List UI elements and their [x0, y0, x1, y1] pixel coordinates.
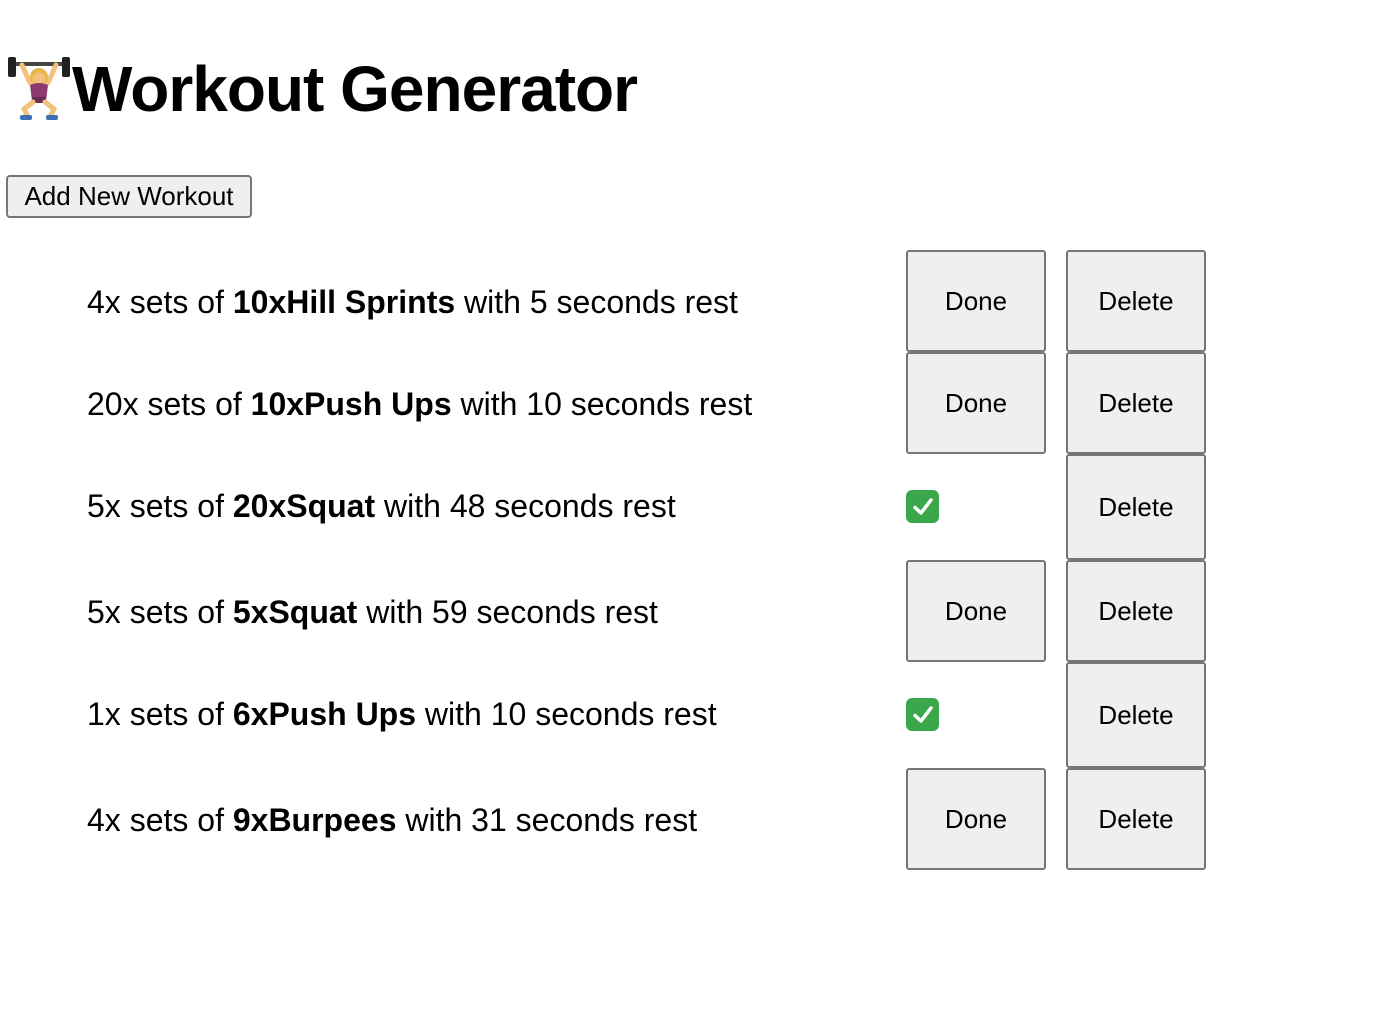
workout-exercise: 10xHill Sprints: [232, 284, 456, 320]
workout-list: 4x sets of 10xHill Sprints with 5 second…: [0, 0, 1394, 1022]
workout-rest: with 10 seconds rest: [416, 696, 717, 732]
check-mark-icon: [906, 698, 939, 731]
workout-sets-of: sets of: [138, 386, 251, 422]
workout-rest: with 48 seconds rest: [375, 488, 676, 524]
workout-exercise: 10xPush Ups: [250, 386, 452, 422]
delete-button[interactable]: Delete: [1066, 250, 1206, 352]
workout-sets: 4x: [87, 284, 121, 320]
workout-sets: 5x: [87, 488, 121, 524]
workout-rest: with 59 seconds rest: [357, 594, 658, 630]
workout-description: 4x sets of 10xHill Sprints with 5 second…: [87, 282, 738, 322]
workout-sets-of: sets of: [120, 802, 233, 838]
workout-description: 20x sets of 10xPush Ups with 10 seconds …: [87, 384, 752, 424]
workout-sets-of: sets of: [120, 284, 233, 320]
workout-rest: with 10 seconds rest: [451, 386, 753, 422]
workout-sets: 20x: [87, 386, 139, 422]
workout-sets: 1x: [87, 696, 121, 732]
workout-description: 5x sets of 5xSquat with 59 seconds rest: [87, 592, 658, 632]
workout-rest: with 31 seconds rest: [396, 802, 698, 838]
check-mark-icon: [906, 490, 939, 523]
workout-description: 5x sets of 20xSquat with 48 seconds rest: [87, 486, 676, 526]
workout-sets-of: sets of: [120, 488, 233, 524]
workout-exercise: 6xPush Ups: [232, 696, 417, 732]
workout-exercise: 9xBurpees: [232, 802, 397, 838]
workout-rest: with 5 seconds rest: [455, 284, 738, 320]
delete-button[interactable]: Delete: [1066, 768, 1206, 870]
workout-sets-of: sets of: [120, 696, 233, 732]
workout-description: 4x sets of 9xBurpees with 31 seconds res…: [87, 800, 697, 840]
workout-exercise: 5xSquat: [232, 594, 358, 630]
delete-button[interactable]: Delete: [1066, 454, 1206, 560]
delete-button[interactable]: Delete: [1066, 662, 1206, 768]
done-button[interactable]: Done: [906, 352, 1046, 454]
done-button[interactable]: Done: [906, 250, 1046, 352]
done-button[interactable]: Done: [906, 560, 1046, 662]
app-root: Workout Generator Add New Workout 4x set…: [0, 0, 1394, 1022]
done-button[interactable]: Done: [906, 768, 1046, 870]
workout-sets-of: sets of: [120, 594, 233, 630]
delete-button[interactable]: Delete: [1066, 560, 1206, 662]
workout-sets: 5x: [87, 594, 121, 630]
delete-button[interactable]: Delete: [1066, 352, 1206, 454]
workout-description: 1x sets of 6xPush Ups with 10 seconds re…: [87, 694, 717, 734]
workout-sets: 4x: [87, 802, 121, 838]
workout-exercise: 20xSquat: [232, 488, 376, 524]
